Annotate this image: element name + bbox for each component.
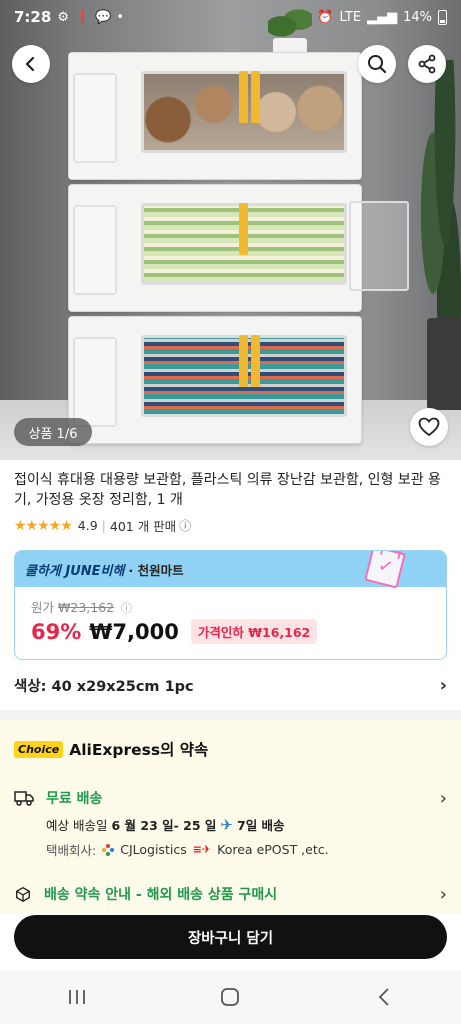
status-bar: 7:28 ⚙ ❗ 💬 • ⏰ LTE ▂▄▆ 14% [0, 0, 461, 34]
cj-logo-icon [102, 843, 115, 856]
recents-icon [68, 990, 85, 1004]
original-price-row: 원가 ₩23,162 ⓘ [31, 597, 132, 616]
cabinet-tier-bottom [68, 316, 362, 444]
cabinet-tier-middle [68, 184, 409, 312]
image-counter: 상품 1/6 [14, 418, 92, 446]
option-label: 색상: 40 x29x25cm 1pc [14, 678, 194, 695]
promise-header: Choice AliExpress의 약속 [14, 738, 208, 760]
search-icon [368, 55, 387, 74]
door-handle [239, 335, 248, 387]
eta-prefix: 예상 배송일 [46, 818, 108, 833]
recents-button[interactable] [47, 977, 107, 1017]
tier-side-panel [73, 205, 117, 295]
system-nav-bar [0, 970, 461, 1024]
separator: | [101, 518, 106, 533]
section-divider [0, 710, 461, 720]
airplane-icon: ✈ [220, 815, 233, 834]
lte-icon: LTE [339, 9, 362, 25]
choice-badge: Choice [14, 740, 64, 758]
alert-icon: ❗ [73, 9, 91, 25]
battery-level: 14% [403, 9, 432, 25]
door-handle [239, 203, 248, 255]
carrier-cj: CJLogistics [120, 842, 187, 857]
price-card[interactable]: 쿨하게 JUNE비해 · 천원마트 원가 ₩23,162 ⓘ 69% ₩7,00… [14, 550, 447, 660]
signal-icon: ▂▄▆ [367, 9, 398, 25]
eta-days: 7일 배송 [237, 818, 285, 833]
shipping-row[interactable]: 무료 배송 › [14, 787, 447, 809]
price-cut-badge: 가격인하 ₩16,162 [190, 619, 318, 644]
pot-decor-right [427, 318, 461, 410]
sale-price: ₩7,000 [89, 619, 179, 644]
carrier-epost: Korea ePOST ,etc. [217, 842, 329, 857]
system-icons: ⏰ LTE ▂▄▆ 14% [317, 9, 447, 25]
delivery-notice-label: 배송 약속 안내 - 해외 배송 상품 구매시 [44, 887, 278, 903]
tier-side-panel [73, 73, 117, 163]
price-row: 69% ₩7,000 가격인하 ₩16,162 [31, 619, 318, 644]
notification-icons: ⚙ ❗ 💬 • [57, 10, 124, 25]
open-door [349, 201, 409, 291]
rating-value: 4.9 [77, 518, 98, 533]
original-price: ₩23,162 [58, 600, 115, 615]
original-price-label: 원가 [31, 600, 55, 615]
cabinet-tier-top [68, 52, 362, 180]
nav-back-icon [378, 988, 389, 1006]
back-arrow-icon [25, 56, 35, 72]
tier-side-panel [73, 337, 117, 427]
alarm-icon: ⏰ [317, 9, 334, 25]
door-handle [251, 71, 260, 123]
free-shipping-label: 무료 배송 [46, 791, 103, 807]
share-button[interactable] [408, 45, 446, 83]
chevron-right-icon: › [439, 883, 447, 905]
discount-percent: 69% [31, 619, 82, 644]
rating-row[interactable]: ★★★★★ 4.9 | 401 개 판매 ⓘ [14, 516, 191, 535]
delivery-notice-row[interactable]: 배송 약속 안내 - 해외 배송 상품 구매시 › [14, 883, 447, 905]
epost-logo-icon: ≡✈ [192, 843, 212, 856]
dot-icon: • [116, 9, 125, 25]
product-image[interactable]: 상품 1/6 [0, 0, 461, 460]
chat-icon: 💬 [95, 9, 112, 25]
package-icon [16, 886, 30, 902]
star-rating-icon: ★★★★★ [14, 517, 73, 534]
share-icon [418, 54, 436, 74]
add-to-cart-button[interactable]: 장바구니 담기 [14, 915, 447, 959]
nav-back-button[interactable] [354, 977, 414, 1017]
promo-title: 쿨하게 JUNE비해 [25, 563, 125, 579]
option-selector[interactable]: 색상: 40 x29x25cm 1pc › [0, 668, 461, 702]
storage-cabinet-image [68, 52, 409, 444]
heart-icon [418, 417, 440, 437]
info-icon[interactable]: ⓘ [121, 602, 132, 615]
status-time: 7:28 [14, 8, 52, 26]
sold-count: 401 개 판매 [109, 519, 177, 534]
home-button[interactable] [200, 977, 260, 1017]
battery-icon [438, 9, 447, 25]
truck-icon [14, 791, 34, 806]
aliexpress-promise-section: Choice AliExpress의 약속 무료 배송 › 예상 배송일 6 월… [0, 720, 461, 914]
product-title: 접이식 휴대용 대용량 보관함, 플라스틱 의류 장난감 보관함, 인형 보관 … [14, 472, 441, 508]
eta-range: 6 월 23 일- 25 일 [111, 818, 217, 833]
favorite-button[interactable] [410, 408, 448, 446]
carrier-row: 택배회사: CJLogistics ≡✈ Korea ePOST ,etc. [46, 840, 329, 859]
info-icon[interactable]: ⓘ [179, 517, 191, 534]
door-handle [239, 71, 248, 123]
chevron-right-icon: › [439, 674, 447, 696]
chevron-right-icon: › [439, 787, 447, 809]
store-name: · 천원마트 [128, 562, 184, 578]
delivery-eta: 예상 배송일 6 월 23 일- 25 일 ✈ 7일 배송 [46, 815, 285, 834]
carrier-label: 택배회사: [46, 843, 97, 858]
back-button[interactable] [12, 45, 50, 83]
search-button[interactable] [358, 45, 396, 83]
settings-icon: ⚙ [57, 9, 69, 25]
promise-title: AliExpress의 약속 [69, 741, 209, 759]
door-handle [251, 335, 260, 387]
home-icon [221, 988, 240, 1006]
